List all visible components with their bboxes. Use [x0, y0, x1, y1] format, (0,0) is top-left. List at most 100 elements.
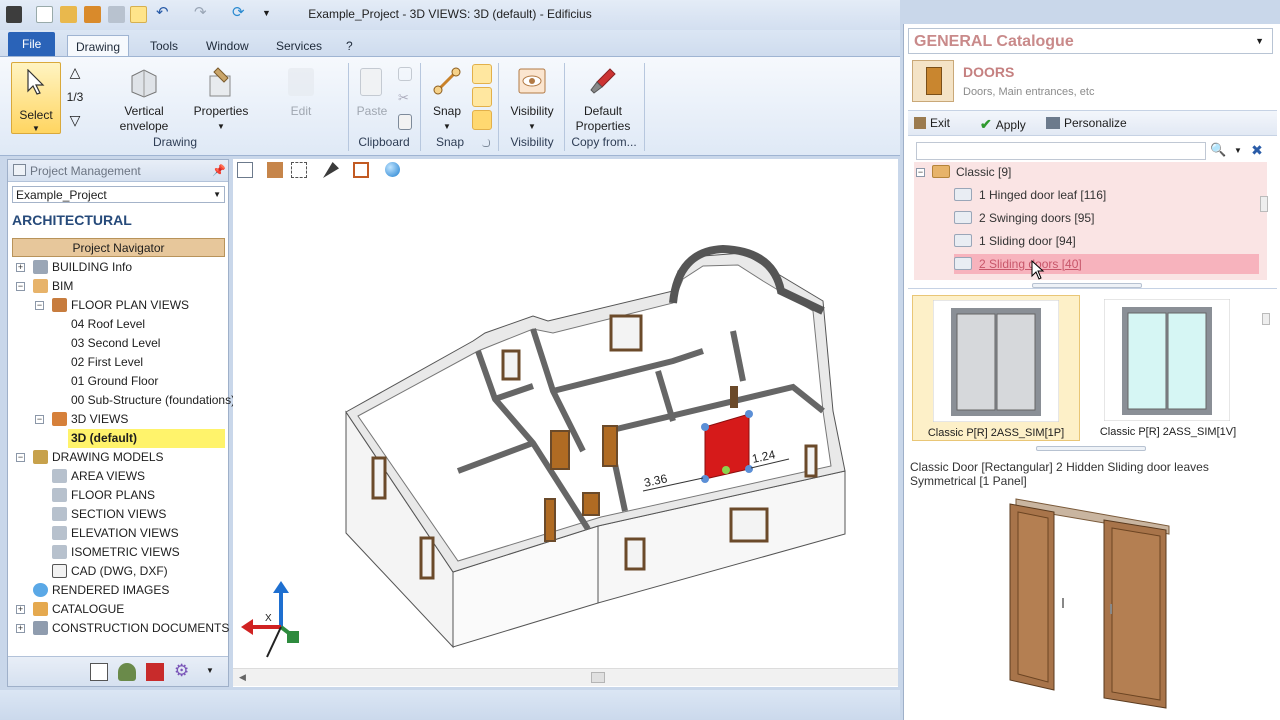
pdf-icon[interactable]: [146, 663, 164, 681]
tab-help[interactable]: ?: [338, 35, 361, 56]
project-select[interactable]: Example_Project ▼: [12, 186, 225, 203]
triangle-down-icon[interactable]: ▽: [66, 113, 84, 128]
hatch-icon[interactable]: [267, 162, 283, 178]
chevron-down-icon[interactable]: ▼: [1255, 36, 1264, 46]
paste-icon: [360, 68, 382, 96]
grip-handle[interactable]: [701, 475, 709, 483]
grip-handle[interactable]: [745, 410, 753, 418]
plant-icon[interactable]: [118, 663, 136, 681]
exit-button[interactable]: Exit: [914, 116, 950, 130]
thumbnail-label: Classic P[R] 2ASS_SIM[1P]: [927, 427, 1065, 439]
settings-gear-icon[interactable]: ⚙: [174, 662, 192, 680]
fit-view-icon[interactable]: [237, 162, 253, 178]
visibility-button[interactable]: Visibility ▼: [504, 62, 560, 134]
select-button[interactable]: Select ▼: [11, 62, 61, 134]
snap-grid-icon[interactable]: [472, 110, 492, 130]
vertical-envelope-label-1: Vertical: [124, 104, 164, 118]
tab-drawing[interactable]: Drawing: [67, 35, 130, 56]
paste-button[interactable]: Paste: [354, 62, 390, 134]
scroll-left-icon[interactable]: ◀: [239, 672, 246, 683]
scroll-thumb[interactable]: [1262, 313, 1270, 325]
3d-viewport[interactable]: 3.36 1.24 X ◀: [233, 159, 898, 687]
tree-item-swinging-doors[interactable]: 2 Swinging doors [95]: [954, 208, 1259, 228]
grip-handle-center[interactable]: [722, 466, 730, 474]
cut-icon[interactable]: ✂: [398, 91, 412, 105]
tree-item-hinged-door-leaf[interactable]: 1 Hinged door leaf [116]: [954, 185, 1259, 205]
chevron-down-icon[interactable]: ▼: [206, 666, 214, 675]
horizontal-scrollbar[interactable]: ◀: [233, 668, 898, 686]
collapse-icon[interactable]: −: [16, 453, 25, 462]
category-subtitle: Doors, Main entrances, etc: [963, 86, 1095, 98]
snap-endpoint-icon[interactable]: [472, 64, 492, 84]
tree-item-sub-structure[interactable]: 00 Sub-Structure (foundations): [71, 391, 235, 410]
search-icon[interactable]: 🔍: [1210, 142, 1228, 160]
tree-item-roof-level[interactable]: 04 Roof Level: [71, 315, 145, 334]
tree-item-classic[interactable]: − Classic [9]: [914, 162, 1259, 182]
snap-midpoint-icon[interactable]: [472, 87, 492, 107]
building-icon: [33, 260, 48, 274]
scroll-thumb[interactable]: [591, 672, 605, 683]
glass-door-preview-icon: [1104, 299, 1230, 421]
project-select-value: Example_Project: [16, 188, 107, 202]
collapse-icon[interactable]: −: [35, 301, 44, 310]
vertical-envelope-button[interactable]: Vertical envelope: [110, 62, 178, 134]
tab-tools[interactable]: Tools: [142, 35, 186, 56]
building-model[interactable]: 3.36 1.24: [233, 181, 898, 667]
tree-item-ground-floor[interactable]: 01 Ground Floor: [71, 372, 158, 391]
exit-icon: [914, 117, 926, 129]
snap-button[interactable]: Snap ▼: [426, 62, 468, 134]
project-navigator-button[interactable]: Project Navigator: [12, 238, 225, 257]
tab-file[interactable]: File: [8, 32, 56, 56]
clear-icon[interactable]: ✖: [1248, 142, 1266, 160]
clipboard-special-icon[interactable]: [398, 114, 412, 130]
grip-handle[interactable]: [745, 465, 753, 473]
window-title: Example_Project - 3D VIEWS: 3D (default)…: [308, 7, 592, 21]
snap-icon: [432, 66, 462, 96]
globe-icon[interactable]: [385, 162, 400, 177]
grip-handle[interactable]: [701, 423, 709, 431]
splitter-handle[interactable]: [1036, 446, 1146, 451]
eye-icon: [517, 66, 547, 96]
expand-icon[interactable]: +: [16, 605, 25, 614]
collapse-icon[interactable]: −: [16, 282, 25, 291]
edit-button[interactable]: Edit: [276, 62, 326, 134]
tree-item-first-level[interactable]: 02 First Level: [71, 353, 143, 372]
tree-scrollbar[interactable]: [1259, 166, 1269, 278]
folder-icon: [954, 257, 972, 270]
tree-item-sliding-door[interactable]: 1 Sliding door [94]: [954, 231, 1259, 251]
copy-icon[interactable]: [398, 67, 412, 81]
chevron-down-icon: ▼: [213, 190, 221, 199]
selection-counter: 1/3: [66, 90, 84, 104]
triangle-up-icon[interactable]: △: [66, 65, 84, 80]
group-drawing-label: Drawing: [152, 135, 197, 149]
tree-label: BUILDING Info: [52, 260, 133, 274]
thumbnail-item[interactable]: Classic P[R] 2ASS_SIM[1P]: [912, 295, 1080, 441]
pin-icon[interactable]: 📌: [212, 164, 226, 177]
chevron-down-icon[interactable]: ▼: [1234, 146, 1242, 155]
default-properties-button[interactable]: Default Properties: [570, 62, 636, 134]
paint-icon[interactable]: [323, 162, 339, 178]
copy-view-icon[interactable]: [353, 162, 369, 178]
tree-item-second-level[interactable]: 03 Second Level: [71, 334, 160, 353]
edit-label: Edit: [290, 104, 312, 118]
report-icon[interactable]: [90, 663, 108, 681]
catalogue-header[interactable]: GENERAL Catalogue ▼: [908, 28, 1273, 54]
apply-button[interactable]: ✔ Apply: [980, 116, 1026, 133]
axis-gizmo[interactable]: X: [239, 579, 311, 661]
tab-services[interactable]: Services: [268, 35, 330, 56]
personalize-button[interactable]: Personalize: [1046, 116, 1127, 130]
zoom-window-icon[interactable]: [291, 162, 307, 178]
scroll-thumb[interactable]: [1260, 196, 1268, 212]
expand-icon[interactable]: +: [16, 624, 25, 633]
expand-icon[interactable]: +: [16, 263, 25, 272]
thumbnail-item[interactable]: Classic P[R] 2ASS_SIM[1V]: [1084, 295, 1252, 441]
thumbs-scrollbar[interactable]: [1261, 293, 1271, 443]
properties-button[interactable]: Properties ▼: [190, 62, 252, 134]
collapse-icon[interactable]: −: [35, 415, 44, 424]
dialog-launcher-icon[interactable]: [482, 139, 490, 147]
catalogue-search-input[interactable]: [916, 142, 1206, 160]
tab-window[interactable]: Window: [198, 35, 257, 56]
tree-item-3d-default[interactable]: 3D (default): [68, 429, 225, 448]
tree-item-sliding-doors-2[interactable]: 2 Sliding doors [40]: [954, 254, 1259, 274]
collapse-icon[interactable]: −: [916, 168, 925, 177]
